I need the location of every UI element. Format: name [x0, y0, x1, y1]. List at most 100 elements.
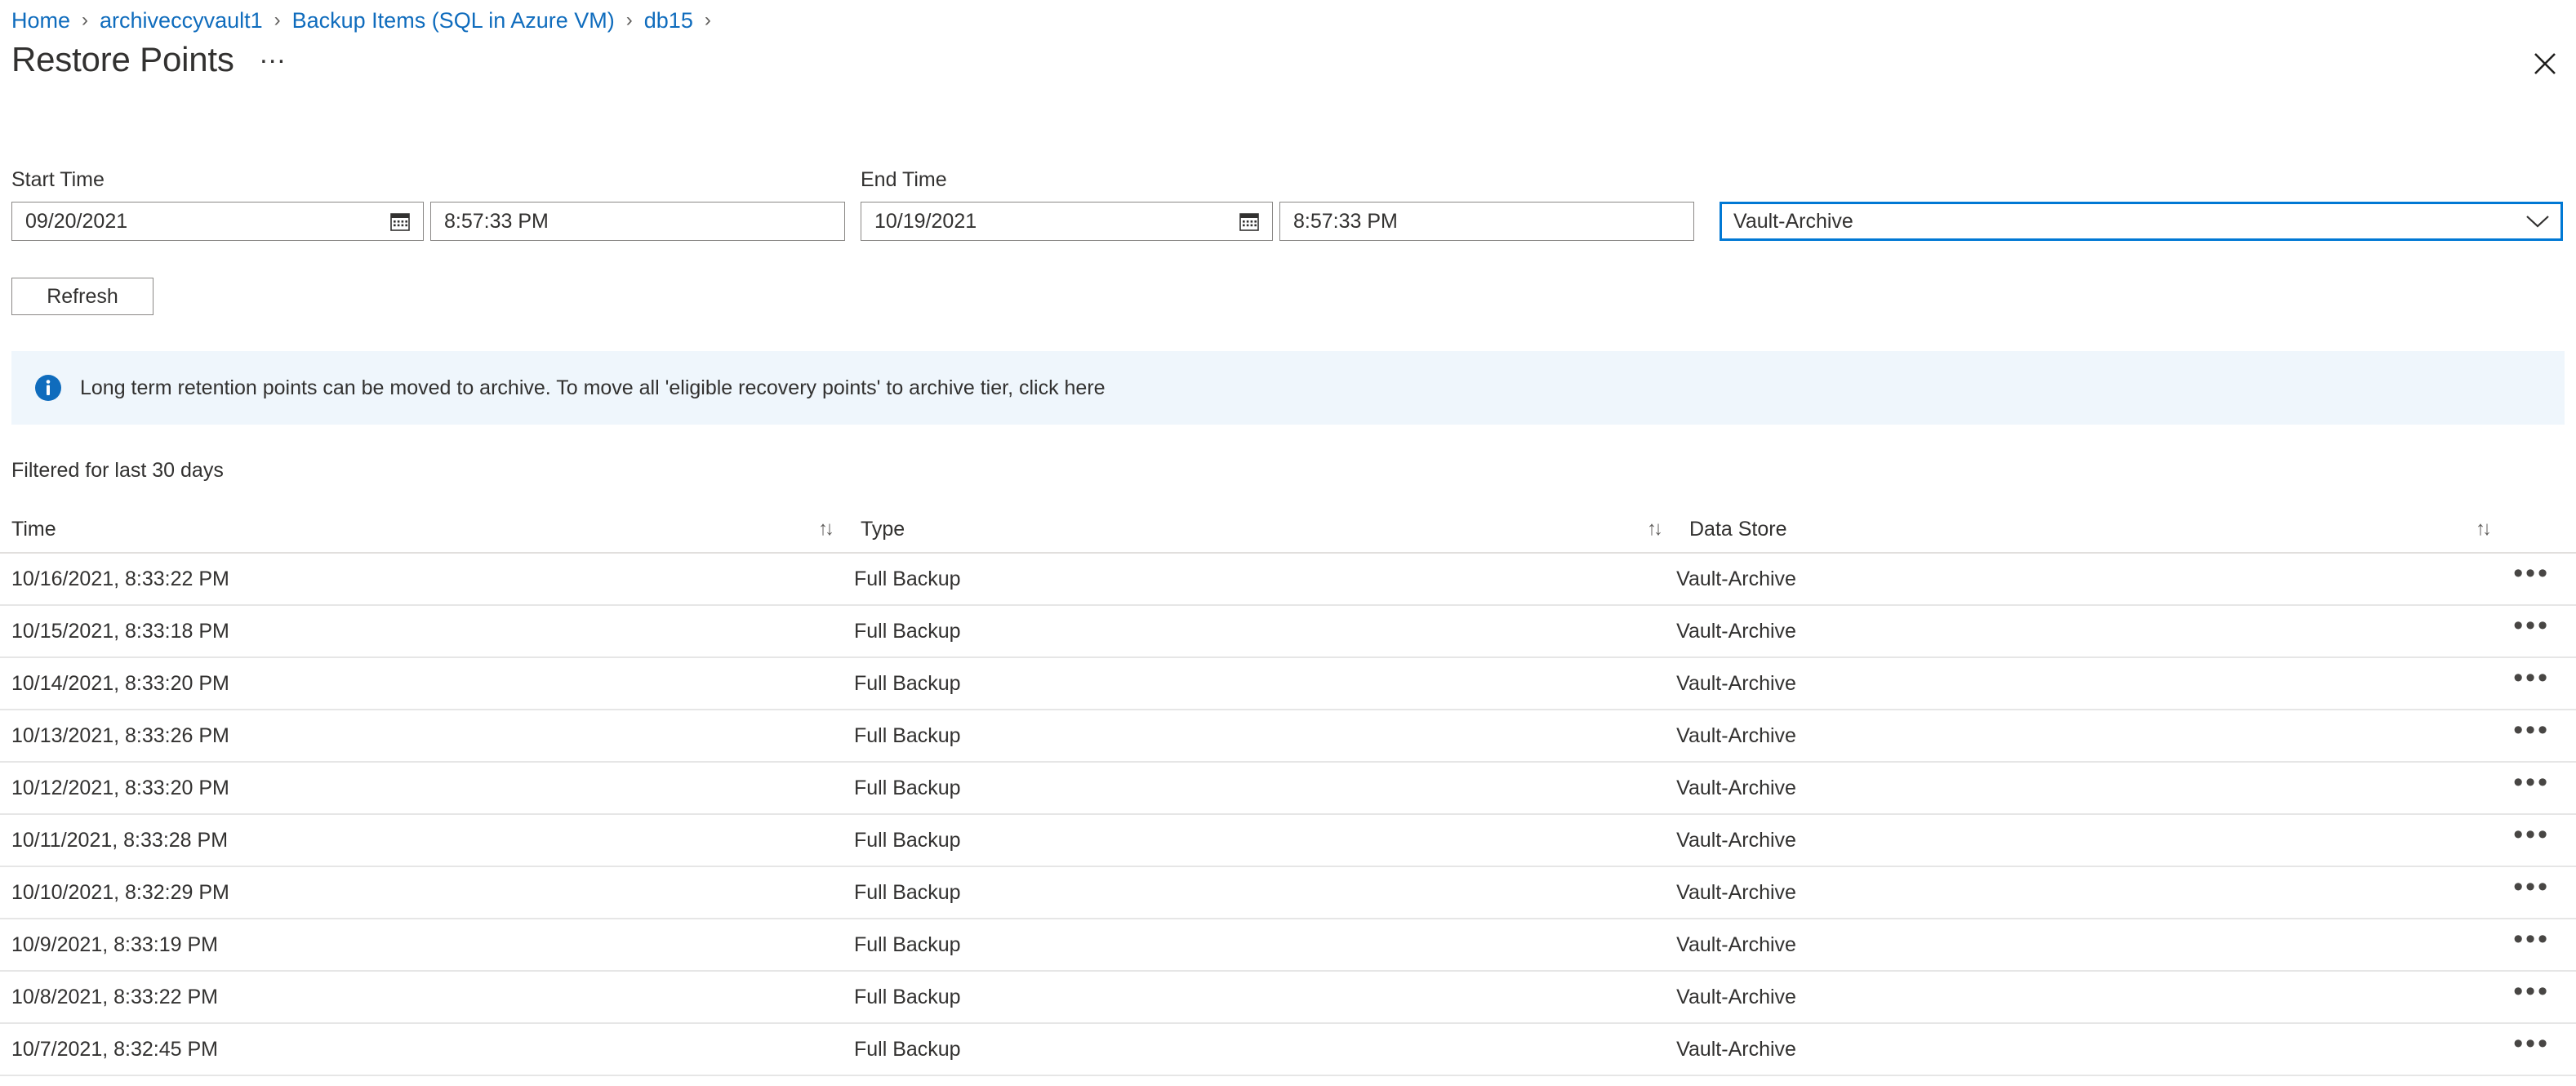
cell-data-store: Vault-Archive: [1676, 985, 1796, 1008]
start-date-input[interactable]: 09/20/2021: [11, 202, 424, 241]
end-date-input[interactable]: 10/19/2021: [861, 202, 1273, 241]
cell-type: Full Backup: [853, 932, 961, 956]
cell-actions: •••: [2498, 768, 2565, 800]
data-store-dropdown[interactable]: Vault-Archive: [1720, 202, 2563, 241]
cell-time: 10/10/2021, 8:32:29 PM: [11, 880, 229, 904]
cell-actions: •••: [2498, 664, 2565, 696]
table-row[interactable]: 10/10/2021, 8:32:29 PM Full Backup Vault-A…: [0, 867, 2576, 919]
chevron-down-icon[interactable]: [2515, 213, 2560, 229]
table-row[interactable]: 10/13/2021, 8:33:26 PM Full Backup Vault-A…: [0, 710, 2576, 763]
table-row[interactable]: 10/12/2021, 8:33:20 PM Full Backup Vault-A…: [0, 763, 2576, 815]
cell-type: Full Backup: [853, 985, 961, 1008]
cell-actions: •••: [2498, 977, 2565, 1009]
cell-actions: •••: [2498, 612, 2565, 643]
cell-actions: •••: [2498, 559, 2565, 591]
cell-type: Full Backup: [853, 723, 961, 747]
cell-type: Full Backup: [853, 880, 961, 904]
page-header: Restore Points …: [11, 39, 288, 80]
cell-type: Full Backup: [853, 671, 961, 695]
table-row[interactable]: 10/14/2021, 8:33:20 PM Full Backup Vault-A…: [0, 658, 2576, 710]
row-menu-button[interactable]: •••: [2498, 925, 2565, 957]
column-header-type-label: Type: [861, 517, 905, 541]
breadcrumb-item-backup-items[interactable]: Backup Items (SQL in Azure VM): [292, 7, 615, 34]
table-row[interactable]: 10/11/2021, 8:33:28 PM Full Backup Vault-A…: [0, 815, 2576, 867]
sort-icon-type[interactable]: ↑↓: [1647, 518, 1663, 541]
filter-note: Filtered for last 30 days: [11, 459, 224, 482]
data-store-selected-value: Vault-Archive: [1733, 209, 1853, 233]
cell-data-store: Vault-Archive: [1676, 567, 1796, 590]
breadcrumb-separator: ›: [82, 9, 89, 31]
calendar-icon[interactable]: [384, 211, 416, 232]
cell-type: Full Backup: [853, 1037, 961, 1061]
column-header-data-store-label: Data Store: [1689, 517, 1787, 541]
sort-icon-data-store[interactable]: ↑↓: [2476, 518, 2492, 541]
more-options-button[interactable]: …: [259, 40, 288, 77]
row-menu-button[interactable]: •••: [2498, 716, 2565, 748]
cell-actions: •••: [2498, 1030, 2565, 1062]
table-row[interactable]: 10/16/2021, 8:33:22 PM Full Backup Vault-A…: [0, 554, 2576, 606]
info-icon: [34, 374, 62, 402]
end-time-value: 8:57:33 PM: [1293, 209, 1398, 233]
row-menu-button[interactable]: •••: [2498, 821, 2565, 852]
table-body: 10/16/2021, 8:33:22 PM Full Backup Vault-A…: [0, 554, 2576, 1076]
cell-time: 10/14/2021, 8:33:20 PM: [11, 671, 229, 695]
breadcrumb-separator: ›: [274, 9, 281, 31]
calendar-icon[interactable]: [1233, 211, 1266, 232]
breadcrumb-separator: ›: [625, 9, 633, 31]
breadcrumb-item-db15[interactable]: db15: [644, 7, 693, 34]
column-header-time[interactable]: Time ↑↓: [11, 518, 861, 541]
page-title: Restore Points: [11, 40, 234, 78]
breadcrumb-item-vault[interactable]: archiveccyvault1: [100, 7, 263, 34]
breadcrumb: Home › archiveccyvault1 › Backup Items (…: [11, 7, 723, 34]
cell-data-store: Vault-Archive: [1676, 1037, 1796, 1061]
start-date-value: 09/20/2021: [25, 209, 128, 233]
breadcrumb-separator: ›: [704, 9, 711, 31]
end-date-value: 10/19/2021: [874, 209, 977, 233]
start-time-input[interactable]: 8:57:33 PM: [430, 202, 845, 241]
info-banner-message[interactable]: Long term retention points can be moved …: [80, 376, 1106, 400]
cell-data-store: Vault-Archive: [1676, 671, 1796, 695]
row-menu-button[interactable]: •••: [2498, 559, 2565, 591]
cell-time: 10/13/2021, 8:33:26 PM: [11, 723, 229, 747]
table-row[interactable]: 10/8/2021, 8:33:22 PM Full Backup Vault-Ar…: [0, 972, 2576, 1024]
row-menu-button[interactable]: •••: [2498, 768, 2565, 800]
close-icon[interactable]: [2524, 42, 2566, 85]
info-banner: Long term retention points can be moved …: [11, 351, 2565, 425]
cell-type: Full Backup: [853, 776, 961, 799]
cell-time: 10/12/2021, 8:33:20 PM: [11, 776, 229, 799]
row-menu-button[interactable]: •••: [2498, 664, 2565, 696]
row-menu-button[interactable]: •••: [2498, 873, 2565, 905]
cell-time: 10/9/2021, 8:33:19 PM: [11, 932, 218, 956]
end-time-label: End Time: [861, 168, 947, 191]
restore-points-table: Time ↑↓ Type ↑↓ Data Store ↑↓ 10/16/2021…: [0, 506, 2576, 1076]
refresh-button[interactable]: Refresh: [11, 278, 153, 315]
start-time-label: Start Time: [11, 168, 105, 191]
table-header-row: Time ↑↓ Type ↑↓ Data Store ↑↓: [0, 506, 2576, 554]
row-menu-button[interactable]: •••: [2498, 977, 2565, 1009]
cell-time: 10/11/2021, 8:33:28 PM: [11, 828, 229, 852]
row-menu-button[interactable]: •••: [2498, 1030, 2565, 1062]
cell-type: Full Backup: [853, 567, 961, 590]
cell-actions: •••: [2498, 925, 2565, 957]
cell-time: 10/8/2021, 8:33:22 PM: [11, 985, 218, 1008]
breadcrumb-item-home[interactable]: Home: [11, 7, 70, 34]
cell-data-store: Vault-Archive: [1676, 619, 1796, 643]
cell-time: 10/15/2021, 8:33:18 PM: [11, 619, 229, 643]
column-header-data-store[interactable]: Data Store ↑↓: [1689, 518, 2518, 541]
column-header-type[interactable]: Type ↑↓: [861, 518, 1689, 541]
cell-actions: •••: [2498, 821, 2565, 852]
cell-actions: •••: [2498, 716, 2565, 748]
table-row[interactable]: 10/7/2021, 8:32:45 PM Full Backup Vault-Ar…: [0, 1024, 2576, 1076]
cell-data-store: Vault-Archive: [1676, 776, 1796, 799]
cell-data-store: Vault-Archive: [1676, 828, 1796, 852]
sort-icon-time[interactable]: ↑↓: [818, 518, 834, 541]
row-menu-button[interactable]: •••: [2498, 612, 2565, 643]
end-time-input[interactable]: 8:57:33 PM: [1279, 202, 1694, 241]
column-header-time-label: Time: [11, 517, 56, 541]
cell-data-store: Vault-Archive: [1676, 932, 1796, 956]
filter-bar: Start Time End Time 09/20/2021 8:57:33 P…: [0, 167, 2576, 241]
table-row[interactable]: 10/9/2021, 8:33:19 PM Full Backup Vault-Ar…: [0, 919, 2576, 972]
table-row[interactable]: 10/15/2021, 8:33:18 PM Full Backup Vault-A…: [0, 606, 2576, 658]
cell-time: 10/16/2021, 8:33:22 PM: [11, 567, 229, 590]
cell-data-store: Vault-Archive: [1676, 723, 1796, 747]
